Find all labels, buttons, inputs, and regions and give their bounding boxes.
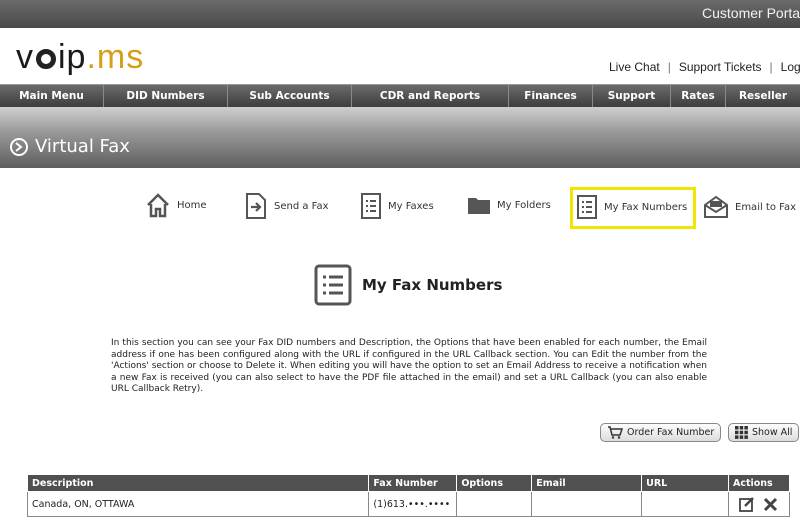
- section-heading: My Fax Numbers: [314, 264, 502, 306]
- nav-main-menu[interactable]: Main Menu: [0, 85, 104, 108]
- nav-cdr-and-reports[interactable]: CDR and Reports: [352, 85, 509, 108]
- logo-text-dot: .: [86, 37, 97, 76]
- main-nav: Main Menu DID Numbers Sub Accounts CDR a…: [0, 84, 800, 108]
- send-document-icon: [246, 193, 266, 219]
- table-row: Canada, ON, OTTAWA (1)613.•••.••••: [26, 491, 791, 517]
- column-header-options[interactable]: Options: [456, 474, 533, 492]
- order-fax-number-button[interactable]: Order Fax Number: [600, 423, 722, 442]
- fax-nav-my-fax-numbers-label: My Fax Numbers: [604, 201, 688, 213]
- grid-icon: [735, 426, 748, 439]
- nav-sub-accounts[interactable]: Sub Accounts: [228, 85, 352, 108]
- page-banner: Virtual Fax: [0, 107, 800, 168]
- envelope-icon: [704, 195, 728, 218]
- nav-rates[interactable]: Rates: [671, 85, 726, 108]
- support-tickets-link[interactable]: Support Tickets: [679, 60, 762, 74]
- column-header-description[interactable]: Description: [26, 474, 370, 492]
- list-document-icon: [577, 195, 597, 219]
- fax-nav-home-label: Home: [177, 199, 207, 211]
- column-header-email[interactable]: Email: [531, 474, 643, 492]
- nav-reseller[interactable]: Reseller: [726, 85, 800, 108]
- fax-nav-my-folders[interactable]: My Folders: [467, 195, 551, 215]
- section-description: In this section you can see your Fax DID…: [111, 338, 707, 394]
- live-chat-link[interactable]: Live Chat: [609, 60, 660, 74]
- logo-text-ip: ip: [58, 37, 87, 76]
- top-bar: Customer Porta: [0, 0, 800, 28]
- cell-actions: [727, 491, 791, 517]
- logo-ring-icon: [36, 49, 56, 69]
- cell-fax-number: (1)613.•••.••••: [368, 491, 458, 517]
- logo-text-v: v: [16, 37, 34, 76]
- fax-nav-send-fax-label: Send a Fax: [274, 200, 329, 212]
- logo-text-ms: ms: [96, 37, 145, 76]
- fax-nav-my-faxes[interactable]: My Faxes: [360, 192, 434, 220]
- column-header-actions: Actions: [727, 474, 791, 492]
- folder-icon: [468, 198, 490, 214]
- nav-finances[interactable]: Finances: [509, 85, 593, 108]
- list-document-icon: [361, 193, 381, 219]
- link-separator: |: [667, 60, 671, 74]
- cell-options: [456, 491, 533, 517]
- banner-title-group: Virtual Fax: [10, 136, 130, 157]
- home-icon: [147, 193, 169, 218]
- nav-support[interactable]: Support: [593, 85, 671, 108]
- fax-nav-my-fax-numbers[interactable]: My Fax Numbers: [570, 187, 697, 229]
- show-all-button[interactable]: Show All: [728, 423, 800, 442]
- table-header-row: Description Fax Number Options Email URL…: [26, 474, 791, 492]
- fax-nav-email-to-fax[interactable]: Email to Fax: [703, 195, 796, 219]
- cell-url: [641, 491, 729, 517]
- column-header-fax-number[interactable]: Fax Number: [368, 474, 458, 492]
- banner-title: Virtual Fax: [35, 136, 130, 157]
- list-document-icon: [314, 264, 352, 306]
- order-fax-number-label: Order Fax Number: [627, 427, 715, 438]
- chevron-right-circle-icon: [10, 137, 28, 156]
- top-links: Live Chat | Support Tickets | Logou: [609, 60, 800, 74]
- fax-nav-my-faxes-label: My Faxes: [388, 200, 434, 212]
- page-title: My Fax Numbers: [362, 276, 503, 294]
- delete-icon[interactable]: [763, 497, 778, 512]
- fax-nav-send-fax[interactable]: Send a Fax: [244, 192, 329, 220]
- cell-email: [531, 491, 643, 517]
- fax-numbers-table: Description Fax Number Options Email URL…: [26, 474, 791, 517]
- cell-description: Canada, ON, OTTAWA: [26, 491, 370, 517]
- link-separator: |: [769, 60, 773, 74]
- fax-nav-home[interactable]: Home: [145, 192, 207, 218]
- fax-nav-email-to-fax-label: Email to Fax: [735, 201, 797, 213]
- voipms-logo[interactable]: v ip . ms: [16, 37, 145, 76]
- edit-icon[interactable]: [739, 496, 755, 512]
- portal-label: Customer Porta: [702, 5, 800, 21]
- column-header-url[interactable]: URL: [641, 474, 729, 492]
- page: Customer Porta v ip . ms Live Chat | Sup…: [0, 0, 800, 529]
- logout-link[interactable]: Logou: [781, 60, 800, 74]
- cart-icon: [608, 426, 623, 439]
- show-all-label: Show All: [752, 427, 793, 438]
- nav-did-numbers[interactable]: DID Numbers: [104, 85, 228, 108]
- fax-nav-my-folders-label: My Folders: [497, 199, 551, 211]
